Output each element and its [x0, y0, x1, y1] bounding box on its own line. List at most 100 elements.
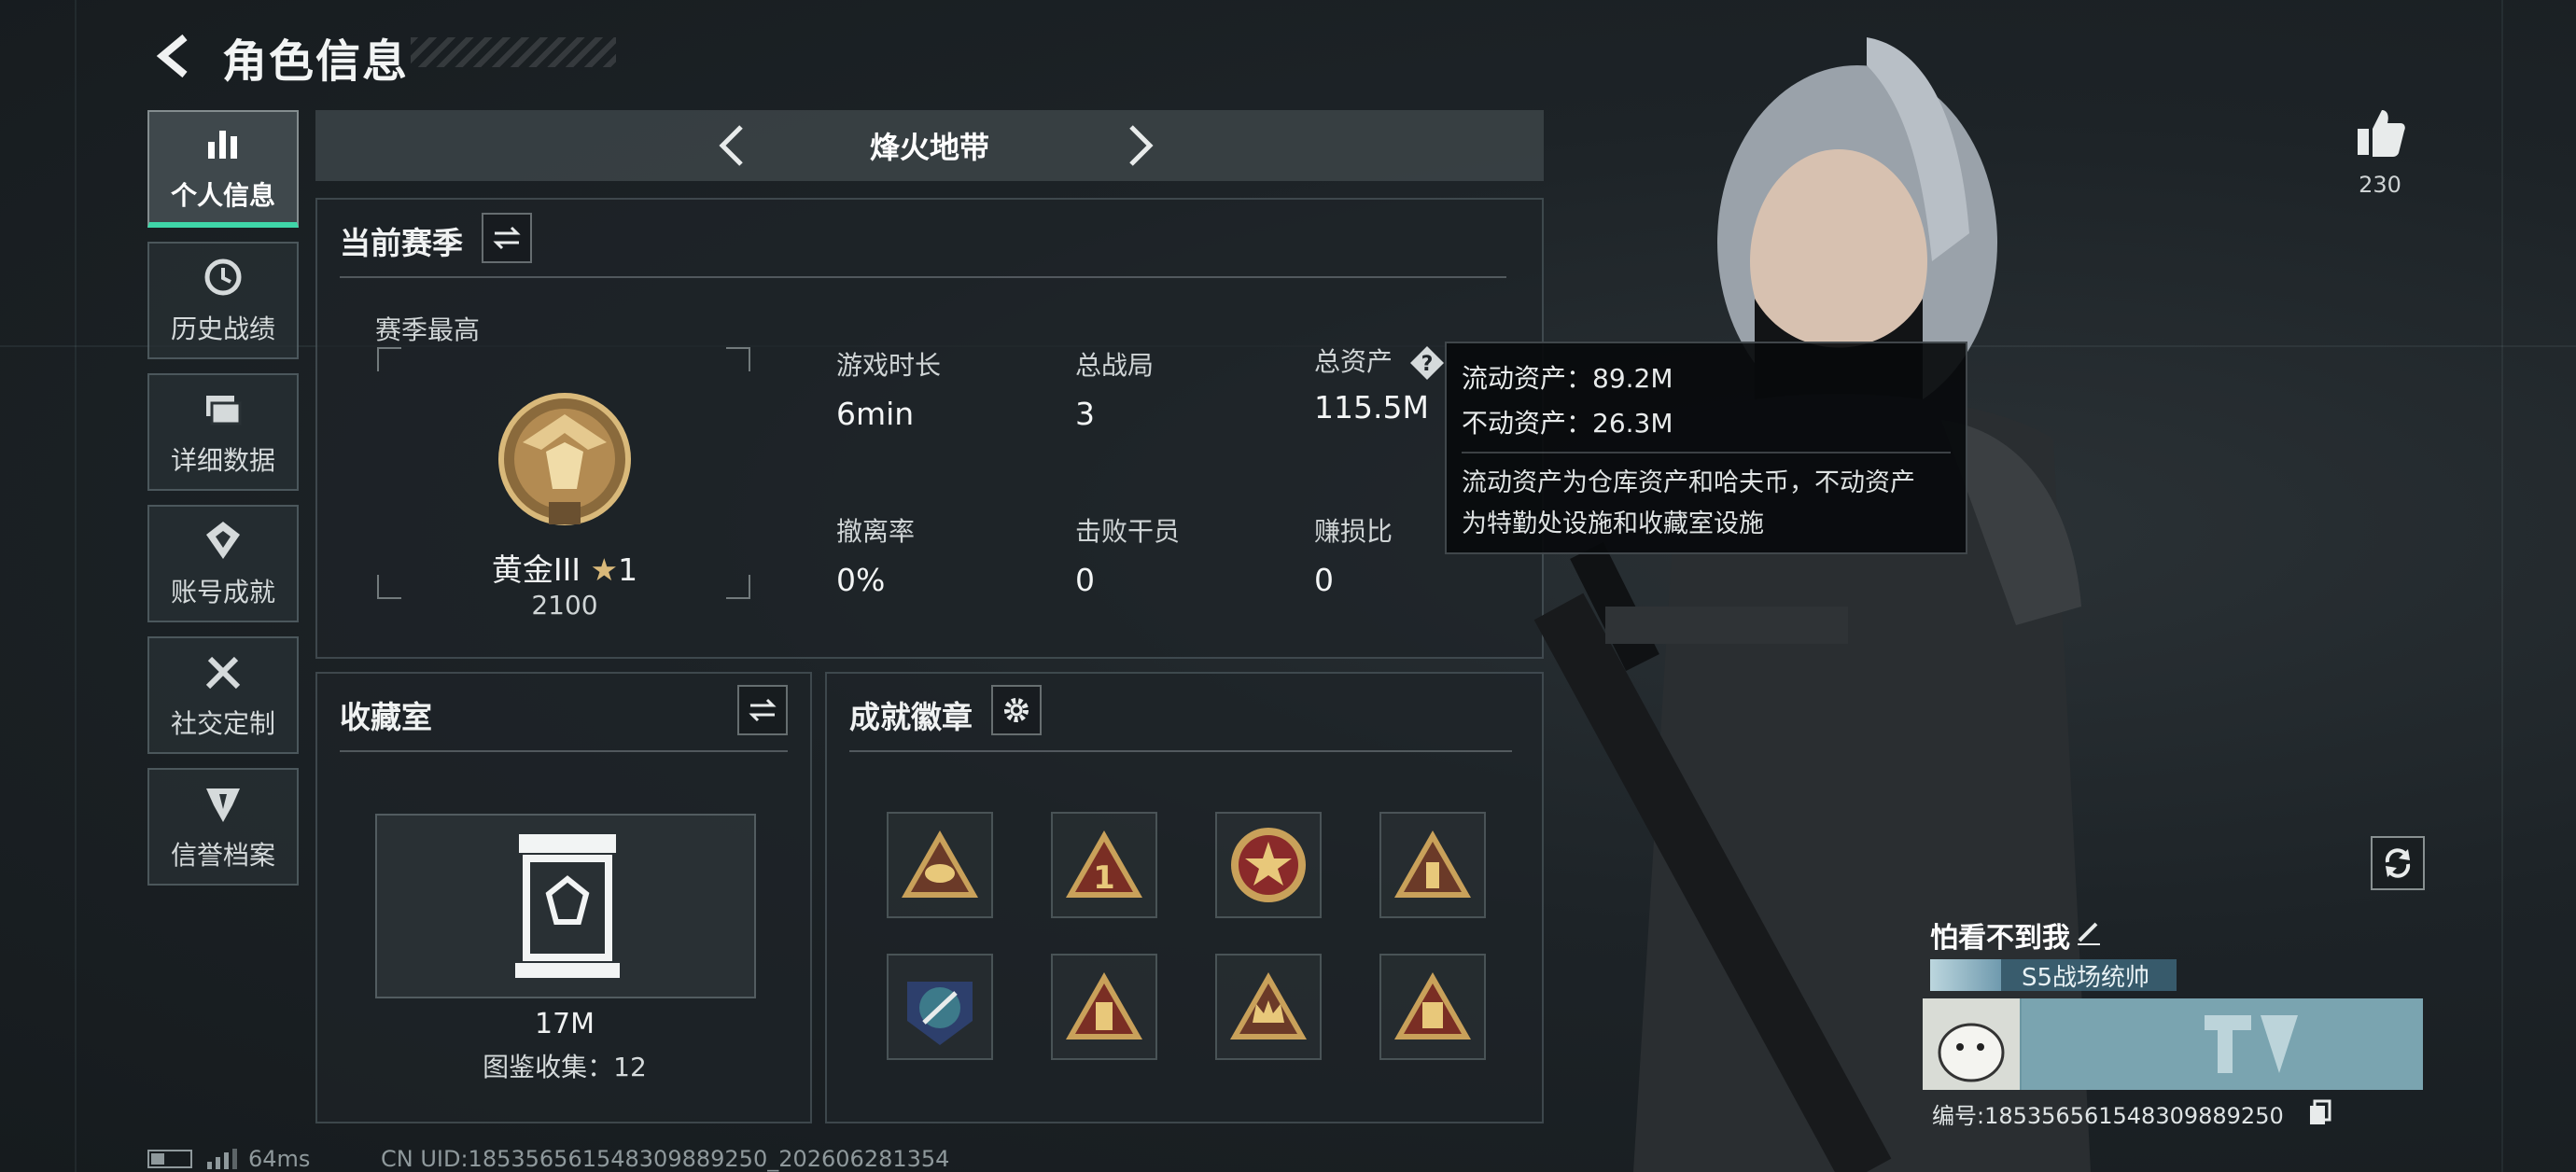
player-name: 怕看不到我	[1930, 922, 2070, 955]
thumbs-up-icon[interactable]	[2352, 105, 2408, 160]
back-button[interactable]	[147, 28, 203, 84]
signal-icon	[207, 1149, 237, 1169]
rank-stars: 1	[618, 551, 638, 588]
stat-label: 击败干员	[1075, 516, 1181, 547]
chevron-left-icon	[719, 125, 743, 166]
sidebar-item-history[interactable]: 历史战绩	[147, 242, 299, 359]
achievement-badge[interactable]	[1051, 954, 1157, 1060]
stat-label: 赚损比	[1314, 516, 1393, 547]
stat-label: 总资产 ?	[1314, 342, 1446, 382]
sidebar-item-label: 详细数据	[170, 445, 275, 476]
chevron-right-icon	[1129, 125, 1154, 166]
tooltip-fixed-assets: 不动资产：26.3M	[1462, 408, 1673, 439]
season-best-label: 赛季最高	[375, 314, 481, 345]
collection-header: 收藏室	[340, 699, 432, 735]
title-tag-text: S5战场统帅	[2022, 963, 2150, 992]
emblem-icon	[206, 788, 240, 822]
achievements-panel: 成就徽章 1	[825, 672, 1544, 1123]
sidebar-item-details[interactable]: 详细数据	[147, 373, 299, 491]
page-title: 角色信息	[222, 35, 410, 88]
footer-uid: CN UID:185356561548309889250_20260628135…	[381, 1146, 950, 1172]
collection-panel: 收藏室 17M 图鉴收集：12	[315, 672, 812, 1123]
sidebar-item-achievements[interactable]: 账号成就	[147, 505, 299, 622]
stat-extract-rate: 撤离率 0%	[836, 511, 915, 598]
back-arrow-icon	[156, 34, 188, 78]
bar-chart-icon	[208, 131, 237, 159]
player-id: 编号:185356561548309889250	[1932, 1103, 2284, 1129]
stat-value: 0	[1075, 562, 1095, 598]
switch-icon	[493, 226, 521, 250]
avatar[interactable]	[1923, 998, 2020, 1090]
sidebar-item-label: 账号成就	[170, 577, 275, 607]
tooltip-description-line1: 流动资产为仓库资产和哈夫币，不动资产	[1462, 468, 1915, 497]
ping-value: 64ms	[248, 1146, 311, 1172]
tooltip-description-line2: 为特勤处设施和收藏室设施	[1462, 509, 1764, 538]
achievements-header: 成就徽章	[849, 699, 973, 735]
season-header: 当前赛季	[340, 225, 463, 261]
edit-icon[interactable]	[2074, 916, 2104, 946]
copy-icon[interactable]	[2307, 1099, 2333, 1125]
title-decoration	[411, 37, 616, 67]
achievement-badge[interactable]: 1	[1051, 812, 1157, 918]
clock-icon	[204, 258, 242, 296]
season-switch-button[interactable]	[482, 213, 532, 263]
grid-line	[2501, 0, 2503, 1172]
achievement-badge[interactable]	[1379, 954, 1486, 1060]
collection-switch-button[interactable]	[737, 685, 788, 735]
rank-name-text: 黄金III	[491, 551, 581, 588]
rank-score: 2100	[531, 590, 598, 621]
stat-label-text: 总资产	[1314, 346, 1393, 377]
achievement-badge[interactable]	[887, 954, 993, 1060]
svg-text:1: 1	[1093, 859, 1115, 897]
sidebar-item-reputation[interactable]: 信誉档案	[147, 768, 299, 886]
stat-label: 总战局	[1075, 350, 1155, 381]
stat-total-matches: 总战局 3	[1075, 345, 1154, 432]
stat-value: 3	[1075, 396, 1095, 432]
divider	[849, 750, 1512, 752]
divider	[1462, 452, 1951, 453]
mode-next-button[interactable]	[1113, 119, 1165, 172]
help-icon[interactable]: ?	[1408, 344, 1446, 382]
mode-selector: 烽火地带	[315, 110, 1544, 181]
mode-prev-button[interactable]	[707, 119, 760, 172]
stat-kills: 击败干员 0	[1075, 511, 1180, 598]
stat-profit-ratio: 赚损比 0	[1314, 511, 1393, 598]
sidebar-item-social[interactable]: 社交定制	[147, 636, 299, 754]
ship-icon	[1930, 959, 2001, 991]
star-icon: ★	[590, 551, 619, 588]
achievement-badge[interactable]	[1379, 812, 1486, 918]
status-bar: 64ms	[147, 1146, 310, 1172]
refresh-icon	[2385, 848, 2411, 878]
triangle-helmet-badge-icon	[902, 830, 978, 898]
collection-count: 图鉴收集：12	[483, 1052, 647, 1082]
mode-title: 烽火地带	[869, 130, 989, 165]
sidebar-item-personal-info[interactable]: 个人信息	[147, 110, 299, 228]
sidebar-item-label: 社交定制	[170, 708, 275, 739]
stat-value: 6min	[836, 396, 915, 432]
stat-play-time: 游戏时长 6min	[836, 345, 941, 432]
divider	[340, 750, 788, 752]
triangle-crown-badge-icon	[1230, 972, 1307, 1039]
rank-name: 黄金III ★1	[317, 545, 812, 590]
display-case-icon	[515, 834, 620, 978]
gear-icon	[1004, 698, 1029, 722]
achievement-badge[interactable]	[1215, 812, 1322, 918]
title-tag[interactable]: S5战场统帅	[1930, 959, 2177, 992]
sidebar-item-label: 个人信息	[170, 180, 275, 211]
svg-text:?: ?	[1421, 353, 1434, 376]
refresh-button[interactable]	[2371, 836, 2425, 890]
achievements-settings-button[interactable]	[991, 685, 1042, 735]
season-panel: 当前赛季 赛季最高 黄金III ★1 2100 游戏时长 6min 总战局 3 …	[315, 198, 1544, 659]
achievement-badge[interactable]	[1215, 954, 1322, 1060]
stat-label: 游戏时长	[836, 350, 942, 381]
stat-total-assets: 总资产 ? 115.5M	[1314, 342, 1446, 426]
achievement-badge[interactable]	[887, 812, 993, 918]
sidebar-item-label: 信誉档案	[170, 840, 275, 871]
like-count: 230	[2359, 172, 2401, 198]
collection-preview[interactable]	[375, 814, 756, 998]
triangle-one-badge-icon: 1	[1066, 830, 1142, 898]
stat-label: 撤离率	[836, 516, 916, 547]
stat-value: 0%	[836, 562, 886, 598]
triangle-sb-badge-icon	[1394, 972, 1471, 1039]
triangle-tower-badge-icon	[1066, 972, 1142, 1039]
